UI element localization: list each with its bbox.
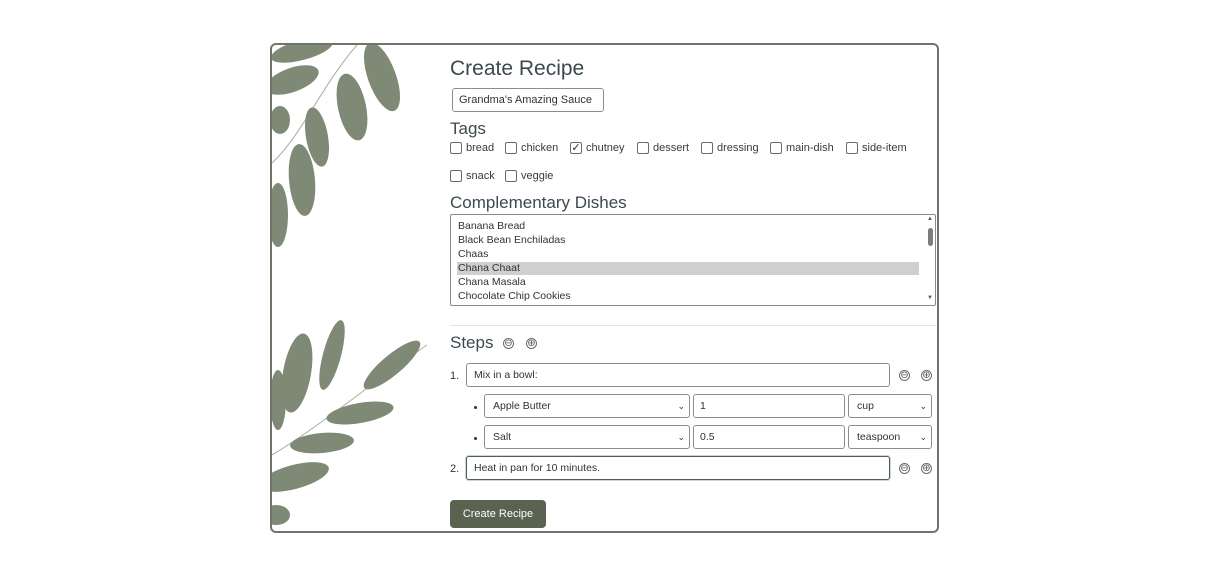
tag-label: bread [466, 142, 495, 154]
checkbox[interactable] [846, 142, 858, 154]
chevron-down-icon: ⌄ [919, 432, 927, 442]
scroll-down-arrow-icon[interactable]: ▼ [927, 295, 933, 301]
scroll-thumb[interactable] [928, 228, 933, 246]
tag-veggie[interactable]: veggie [505, 170, 553, 182]
tag-dessert[interactable]: dessert [637, 142, 689, 154]
list-option[interactable]: Chaas [457, 248, 919, 261]
listbox-scrollbar[interactable]: ▲ ▼ [925, 215, 935, 305]
quantity-input[interactable] [693, 425, 845, 449]
ingredient-select[interactable]: Apple Butter ⌄ [484, 394, 690, 418]
tag-label: dressing [717, 142, 759, 154]
chevron-down-icon: ⌄ [677, 432, 685, 442]
list-option[interactable]: Banana Bread [457, 220, 919, 233]
step-number: 2. [450, 463, 460, 475]
complementary-dishes-listbox[interactable]: Banana Bread Black Bean Enchiladas Chaas… [450, 214, 936, 306]
tag-label: snack [466, 170, 495, 182]
step-text-input[interactable] [466, 363, 890, 387]
unit-select[interactable]: cup ⌄ [848, 394, 932, 418]
tag-label: side-item [862, 142, 907, 154]
checkbox[interactable] [701, 142, 713, 154]
tag-side-item[interactable]: side-item [846, 142, 907, 154]
remove-step-icon[interactable]: ⊖ [503, 338, 514, 349]
list-option[interactable]: Black Bean Enchiladas [457, 234, 919, 247]
add-step-icon[interactable]: ⊕ [526, 338, 537, 349]
remove-step-icon[interactable]: ⊖ [899, 463, 910, 474]
add-step-icon[interactable]: ⊕ [921, 463, 932, 474]
divider [450, 325, 936, 326]
unit-select[interactable]: teaspoon ⌄ [848, 425, 932, 449]
list-option[interactable]: Chana Masala [457, 276, 919, 289]
checkbox[interactable] [637, 142, 649, 154]
checkbox[interactable] [450, 142, 462, 154]
tag-label: main-dish [786, 142, 834, 154]
quantity-input[interactable] [693, 394, 845, 418]
ingredient-select-value: Apple Butter [493, 400, 551, 412]
tag-snack[interactable]: snack [450, 170, 495, 182]
tag-bread[interactable]: bread [450, 142, 494, 154]
steps-heading: Steps [450, 333, 494, 352]
checkbox[interactable] [505, 142, 517, 154]
step-number: 1. [450, 370, 460, 382]
scroll-up-arrow-icon[interactable]: ▲ [927, 216, 933, 222]
tag-label: dessert [653, 142, 690, 154]
recipe-card: Create Recipe Tags bread chicken ✓ chutne… [270, 43, 939, 533]
tag-label: chutney [586, 142, 625, 154]
tag-chutney[interactable]: ✓ chutney [570, 142, 625, 154]
checkbox[interactable] [505, 170, 517, 182]
tag-label: veggie [521, 170, 554, 182]
checkbox[interactable] [770, 142, 782, 154]
leaf-decoration [272, 45, 428, 525]
list-option[interactable]: Chocolate Chip Cookies [457, 290, 919, 303]
checkbox-checked[interactable]: ✓ [570, 142, 582, 154]
bullet [474, 437, 477, 440]
tags-heading: Tags [450, 119, 486, 138]
recipe-name-input[interactable] [452, 88, 604, 112]
chevron-down-icon: ⌄ [677, 401, 685, 411]
complementary-heading: Complementary Dishes [450, 193, 627, 212]
chevron-down-icon: ⌄ [919, 401, 927, 411]
tag-label: chicken [521, 142, 559, 154]
check-icon: ✓ [571, 141, 581, 154]
remove-step-icon[interactable]: ⊖ [899, 370, 910, 381]
page-title: Create Recipe [450, 57, 585, 80]
tag-chicken[interactable]: chicken [505, 142, 558, 154]
unit-select-value: cup [857, 400, 874, 412]
unit-select-value: teaspoon [857, 431, 901, 443]
step-text-input[interactable] [466, 456, 890, 480]
list-option-selected[interactable]: Chana Chaat [457, 262, 919, 275]
create-recipe-button[interactable]: Create Recipe [450, 500, 546, 528]
tag-main-dish[interactable]: main-dish [770, 142, 834, 154]
ingredient-select[interactable]: Salt ⌄ [484, 425, 690, 449]
bullet [474, 406, 477, 409]
add-step-icon[interactable]: ⊕ [921, 370, 932, 381]
checkbox[interactable] [450, 170, 462, 182]
tag-dressing[interactable]: dressing [701, 142, 759, 154]
ingredient-select-value: Salt [493, 431, 512, 443]
